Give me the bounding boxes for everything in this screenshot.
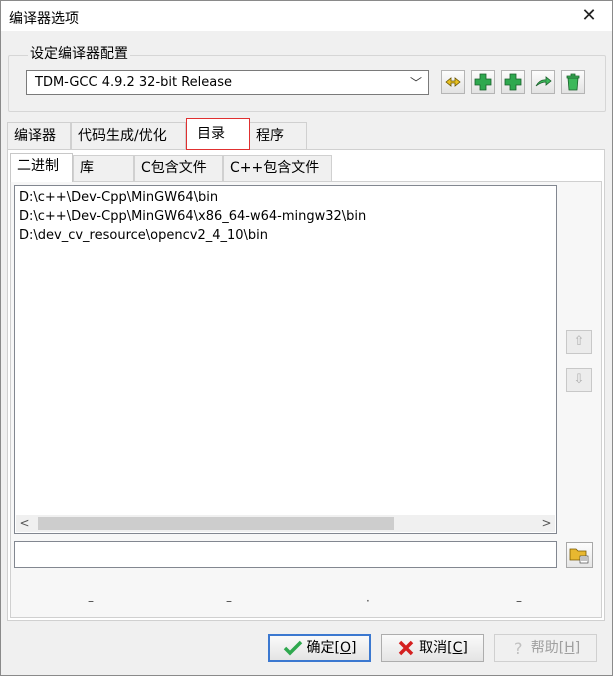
help-button[interactable]: ? 帮助[H]	[494, 634, 597, 662]
status-mark: –	[226, 594, 232, 608]
chevron-down-icon: ﹀	[409, 76, 422, 90]
add-config-button[interactable]	[471, 70, 495, 94]
browse-folder-button[interactable]	[566, 542, 593, 568]
directory-list[interactable]: D:\c++\Dev-Cpp\MinGW64\bin D:\c++\Dev-Cp…	[14, 185, 557, 534]
window-title: 编译器选项	[9, 11, 79, 27]
list-item[interactable]: D:\dev_cv_resource\opencv2_4_10\bin	[19, 228, 268, 243]
help-label: 帮助	[530, 640, 559, 656]
scrollbar-thumb[interactable]	[38, 517, 394, 530]
status-mark: –	[516, 594, 522, 608]
subtab-libraries[interactable]: 库	[73, 155, 134, 181]
export-config-button[interactable]	[531, 70, 555, 94]
scroll-left-icon[interactable]: <	[16, 515, 33, 532]
list-item[interactable]: D:\c++\Dev-Cpp\MinGW64\x86_64-w64-mingw3…	[19, 209, 366, 224]
help-icon: ?	[514, 639, 523, 657]
subtab-cpp-includes-label: C++包含文件	[230, 160, 320, 176]
subtab-c-includes[interactable]: C包含文件	[134, 155, 223, 181]
ok-label: 确定	[306, 640, 335, 656]
export-config-icon	[535, 76, 552, 87]
compiler-config-value: TDM-GCC 4.9.2 32-bit Release	[35, 75, 233, 90]
compiler-config-select[interactable]: TDM-GCC 4.9.2 32-bit Release ﹀	[26, 70, 429, 95]
arrow-down-icon: ⇩	[573, 372, 585, 387]
rename-config-icon	[445, 77, 461, 87]
add-config-copy-button[interactable]	[501, 70, 525, 94]
ok-button[interactable]: 确定[O]	[268, 634, 371, 662]
subtab-cpp-includes[interactable]: C++包含文件	[223, 155, 332, 181]
cancel-label: 取消	[419, 640, 448, 656]
subtab-binaries[interactable]: 二进制	[10, 153, 73, 182]
horizontal-scrollbar[interactable]: < >	[16, 515, 555, 532]
ok-hotkey: [O]	[334, 640, 357, 656]
folder-icon	[569, 548, 589, 564]
delete-config-icon	[566, 73, 580, 91]
svg-text:?: ?	[514, 639, 523, 657]
delete-config-button[interactable]	[561, 70, 585, 94]
move-down-button[interactable]: ⇩	[566, 368, 592, 392]
arrow-up-icon: ⇧	[573, 334, 585, 349]
tab-directories[interactable]: 目录	[186, 118, 250, 150]
help-hotkey: [H]	[558, 640, 581, 656]
tab-programs[interactable]: 程序	[249, 122, 307, 149]
tab-codegen-label: 代码生成/优化	[78, 128, 167, 144]
tab-codegen[interactable]: 代码生成/优化	[71, 122, 186, 149]
close-button[interactable]: ✕	[566, 1, 612, 31]
add-config-icon	[474, 73, 492, 91]
status-mark: ·	[366, 594, 370, 608]
check-icon	[283, 640, 302, 656]
scroll-right-icon[interactable]: >	[538, 515, 555, 532]
rename-config-button[interactable]	[441, 70, 465, 94]
tab-compiler-label: 编译器	[14, 128, 56, 144]
directory-path-input[interactable]	[14, 541, 557, 568]
move-up-button[interactable]: ⇧	[566, 330, 592, 354]
subtab-binaries-label: 二进制	[17, 158, 59, 174]
cancel-hotkey: [C]	[447, 640, 468, 656]
cancel-button[interactable]: 取消[C]	[381, 634, 484, 662]
add-config-copy-icon	[504, 73, 522, 91]
tab-compiler[interactable]: 编译器	[7, 122, 71, 149]
red-x-icon	[398, 640, 414, 656]
list-item[interactable]: D:\c++\Dev-Cpp\MinGW64\bin	[19, 190, 218, 205]
tab-programs-label: 程序	[256, 128, 284, 144]
tab-directories-label: 目录	[197, 126, 225, 142]
title-bar: 编译器选项 ✕	[1, 1, 612, 31]
status-mark: –	[88, 594, 94, 608]
subtab-libraries-label: 库	[80, 160, 94, 176]
subtab-c-includes-label: C包含文件	[141, 160, 207, 176]
config-group-label: 设定编译器配置	[28, 43, 130, 63]
